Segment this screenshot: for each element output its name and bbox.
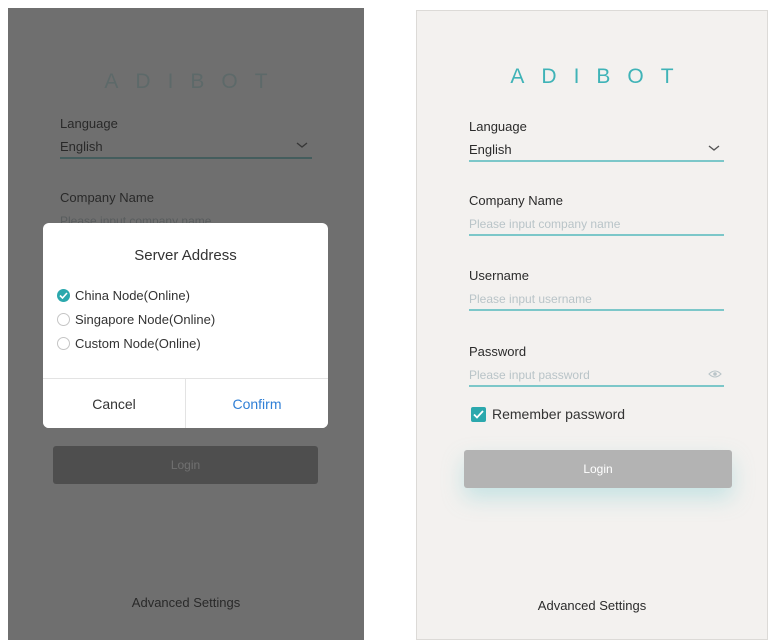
checkbox-checked-icon[interactable] (471, 406, 486, 422)
login-screen-with-server-dialog: ADIBOT Language English Company Name Log… (8, 8, 364, 640)
language-field[interactable]: Language English (469, 119, 724, 162)
remember-label: Remember password (492, 406, 626, 422)
radio-checked-icon (57, 289, 70, 302)
server-option-label: China Node(Online) (75, 288, 190, 303)
chevron-down-icon (708, 145, 720, 151)
server-option-china[interactable]: China Node(Online) (57, 288, 190, 303)
username-input[interactable] (469, 289, 699, 309)
password-field[interactable]: Password (469, 344, 724, 387)
login-button[interactable]: Login (464, 450, 732, 488)
server-option-singapore[interactable]: Singapore Node(Online) (57, 312, 215, 327)
app-logo: ADIBOT (510, 65, 691, 88)
language-value: English (469, 142, 512, 157)
language-label: Language (469, 119, 527, 134)
company-row (469, 214, 724, 236)
password-label: Password (469, 344, 527, 359)
server-option-label: Custom Node(Online) (75, 336, 201, 351)
eye-icon[interactable] (708, 369, 722, 379)
dialog-title: Server Address (134, 247, 237, 264)
username-row (469, 289, 724, 311)
password-input[interactable] (469, 365, 699, 385)
server-address-dialog: Server Address China Node(Online) Singap… (43, 223, 328, 428)
server-option-custom[interactable]: Custom Node(Online) (57, 336, 201, 351)
company-input[interactable] (469, 214, 699, 234)
username-field[interactable]: Username (469, 268, 724, 311)
advanced-settings-link[interactable]: Advanced Settings (417, 598, 767, 613)
server-option-label: Singapore Node(Online) (75, 312, 216, 327)
dialog-actions: Cancel Confirm (43, 378, 328, 428)
company-label: Company Name (469, 193, 563, 208)
confirm-button[interactable]: Confirm (186, 379, 328, 428)
username-label: Username (469, 268, 529, 283)
company-field[interactable]: Company Name (469, 193, 724, 236)
cancel-button[interactable]: Cancel (43, 379, 186, 428)
login-screen: ADIBOT Language English Company Name Use… (416, 10, 768, 640)
radio-unchecked-icon (57, 337, 70, 350)
radio-unchecked-icon (57, 313, 70, 326)
language-select[interactable]: English (469, 140, 724, 162)
password-row (469, 365, 724, 387)
remember-password[interactable]: Remember password (471, 406, 625, 422)
